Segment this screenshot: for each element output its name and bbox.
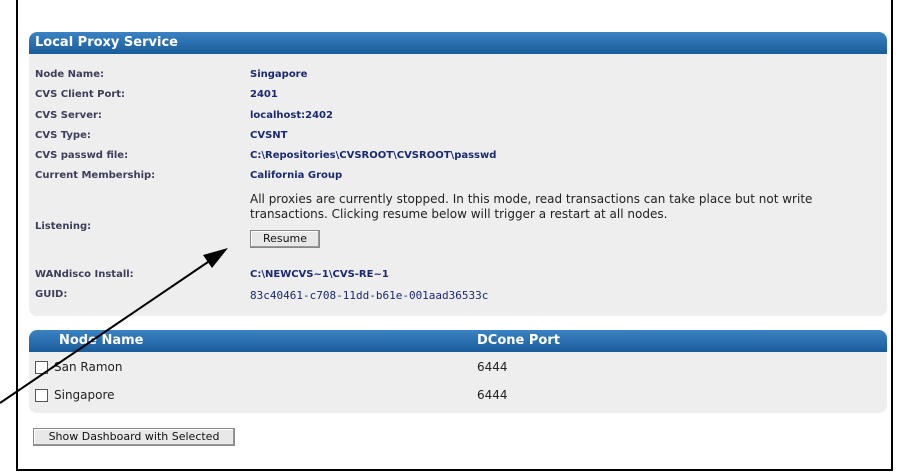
callout-arrow-icon — [0, 248, 228, 404]
